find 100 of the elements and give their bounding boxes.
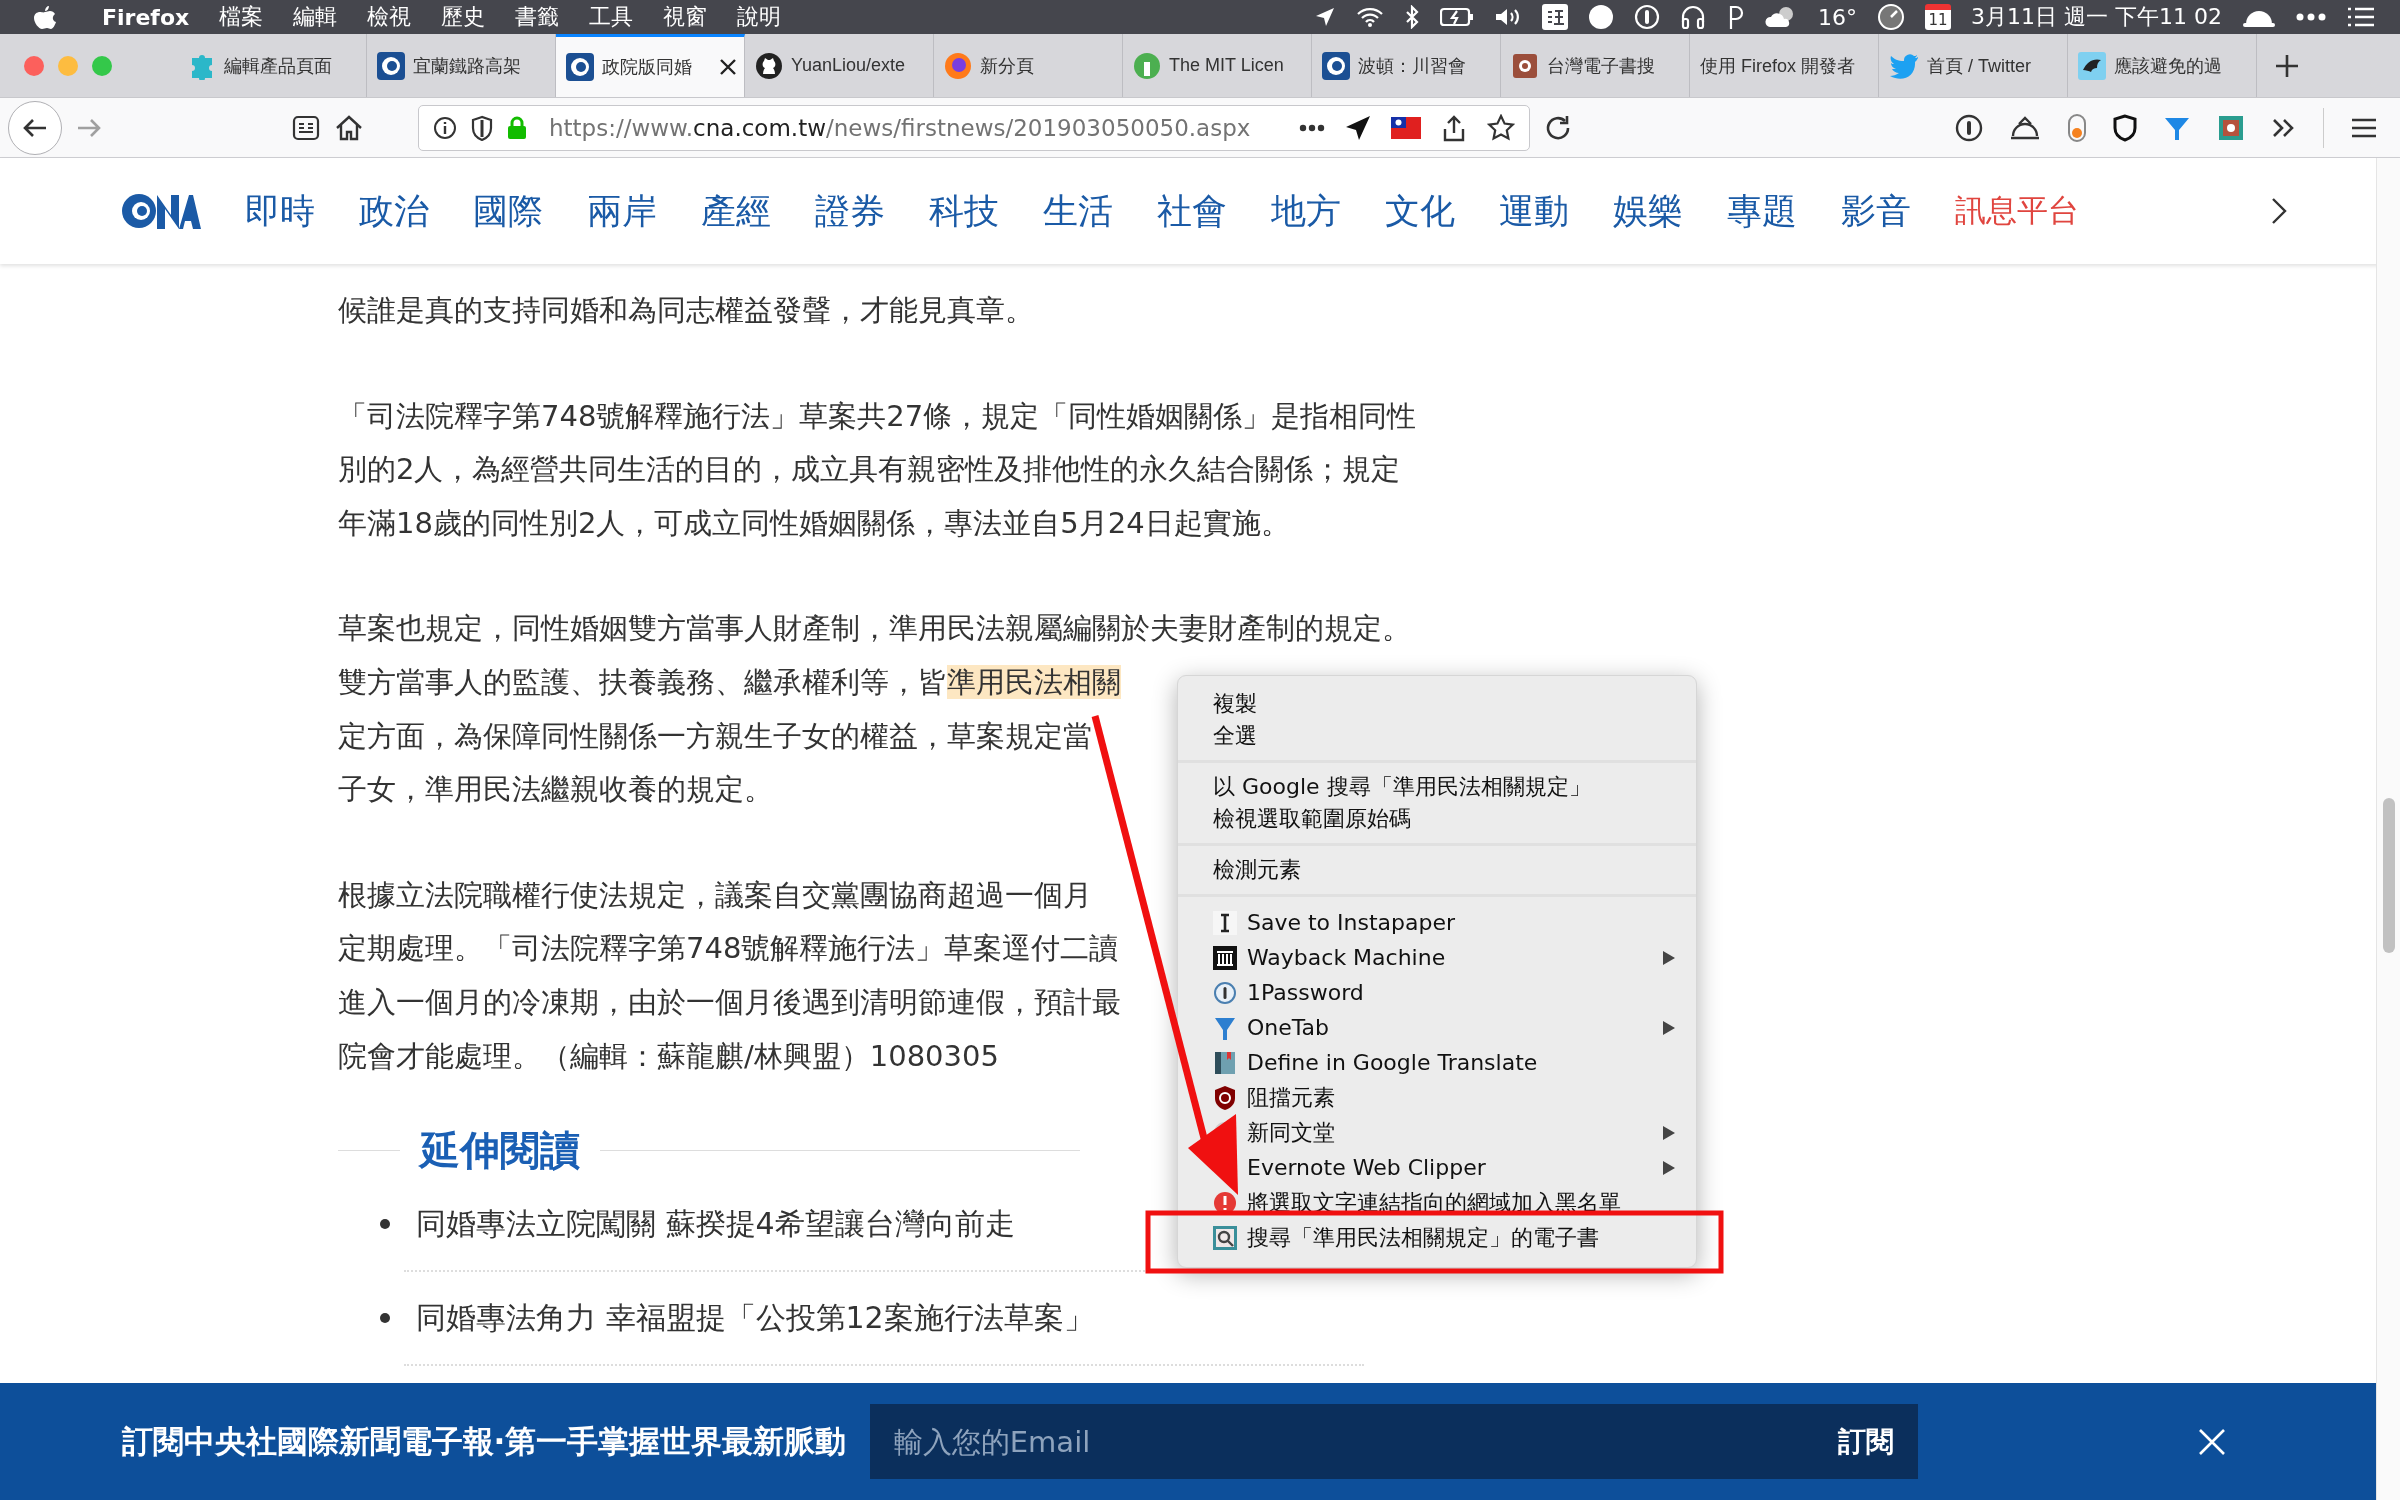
password-icon[interactable]: [1955, 113, 1983, 142]
nav-link[interactable]: 產經: [701, 187, 771, 235]
submenu-arrow-icon: [1662, 1159, 1676, 1176]
menu-item[interactable]: OneTab: [1178, 1010, 1696, 1045]
nav-link[interactable]: 訊息平台: [1955, 190, 2079, 232]
url-text[interactable]: https://www.cna.com.tw/news/firstnews/201903050050.aspx: [549, 114, 1251, 141]
email-field[interactable]: 輸入您的Email 訂閱: [869, 1404, 1918, 1479]
paper-plane-icon[interactable]: [1345, 114, 1371, 141]
menu-icon[interactable]: [2350, 116, 2378, 139]
menu-item[interactable]: 1Password: [1178, 975, 1696, 1010]
menu-item[interactable]: 阻擋元素: [1178, 1080, 1696, 1115]
headphones-icon[interactable]: [1680, 4, 1707, 30]
browser-tab[interactable]: 政院版同婚: [556, 34, 745, 97]
circle-app-icon[interactable]: [1588, 4, 1615, 30]
nav-link[interactable]: 兩岸: [587, 187, 657, 235]
nav-link[interactable]: 文化: [1385, 187, 1455, 235]
nav-link[interactable]: 國際: [473, 187, 543, 235]
subscribe-button[interactable]: 訂閱: [1837, 1422, 1894, 1461]
nav-link[interactable]: 專題: [1727, 187, 1797, 235]
menu-item[interactable]: 歷史: [441, 2, 486, 32]
scrollbar-thumb[interactable]: [2383, 798, 2395, 953]
related-link[interactable]: 同婚專法立院闖關 蘇揆提4希望讓台灣向前走: [416, 1203, 1015, 1245]
nav-link[interactable]: 地方: [1271, 187, 1341, 235]
menu-item[interactable]: 檢視: [367, 2, 412, 32]
back-arrow-icon: [22, 116, 48, 139]
flag-icon[interactable]: [1391, 116, 1421, 139]
menu-item[interactable]: 搜尋「準用民法相關規定」的電子書: [1178, 1220, 1696, 1255]
list-icon[interactable]: [2346, 6, 2376, 28]
menu-item[interactable]: 書籤: [515, 2, 560, 32]
location-arrow-icon[interactable]: [1314, 6, 1337, 28]
related-link[interactable]: 同婚專法角力 幸福盟提「公投第12案施行法草案」: [416, 1297, 1094, 1339]
address-bar[interactable]: https://www.cna.com.tw/news/firstnews/201903050050.aspx: [418, 104, 1530, 151]
nav-link[interactable]: 科技: [929, 187, 999, 235]
info-icon: [433, 115, 457, 140]
plus-icon[interactable]: [2274, 52, 2300, 79]
menu-item[interactable]: 說明: [737, 2, 782, 32]
menu-item[interactable]: 編輯: [293, 2, 338, 32]
nav-link[interactable]: 證券: [815, 187, 885, 235]
chevron-right-icon[interactable]: [2270, 196, 2288, 226]
shield-badge-icon: [1213, 1084, 1237, 1111]
gauge-icon[interactable]: [1877, 3, 1906, 31]
menu-item[interactable]: 檔案: [219, 2, 264, 32]
nav-link[interactable]: 運動: [1499, 187, 1569, 235]
menu-item[interactable]: 檢視選取範圍原始碼: [1178, 803, 1696, 835]
keyhole-circle-icon: [1213, 980, 1237, 1005]
wifi-icon[interactable]: [1356, 6, 1385, 28]
back-button[interactable]: [8, 100, 62, 155]
cna-logo-icon[interactable]: [121, 191, 201, 231]
menu-item[interactable]: Save to Instapaper: [1178, 905, 1696, 940]
more-dots-icon[interactable]: [1299, 123, 1325, 132]
share-icon[interactable]: [1441, 113, 1467, 142]
menu-item[interactable]: 檢測元素: [1178, 854, 1696, 886]
book-icon: [1213, 1049, 1237, 1076]
star-icon[interactable]: [1487, 113, 1515, 142]
menu-item[interactable]: 複製: [1178, 688, 1696, 720]
submenu-arrow-icon: [1662, 1124, 1676, 1141]
reader-view-icon[interactable]: [292, 114, 320, 141]
menu-item[interactable]: Wayback Machine: [1178, 940, 1696, 975]
book-magnifier-icon: [1511, 51, 1539, 80]
close-icon[interactable]: [718, 57, 738, 77]
bluetooth-icon[interactable]: [1404, 5, 1421, 29]
menu-item[interactable]: 視窗: [663, 2, 708, 32]
menu-item[interactable]: 全選: [1178, 720, 1696, 752]
nav-link[interactable]: 即時: [245, 187, 315, 235]
scrollbar[interactable]: [2376, 158, 2400, 1500]
article-text: 候誰是真的支持同婚和為同志權益發聲，才能見真章。: [338, 292, 1034, 329]
battery-icon[interactable]: [1440, 7, 1475, 27]
toggle-icon[interactable]: [2067, 112, 2087, 143]
article-text: 院會才能處理。（編輯：蘇龍麒/林興盟）1080305: [338, 1037, 999, 1075]
nav-link[interactable]: 政治: [359, 187, 429, 235]
submenu-arrow-icon: [1662, 949, 1676, 966]
menu-item[interactable]: 工具: [589, 2, 634, 32]
menu-item[interactable]: 以 Google 搜尋「準用民法相關規定」: [1178, 771, 1696, 803]
bullet-icon: [380, 1313, 390, 1324]
nav-link[interactable]: 生活: [1043, 187, 1113, 235]
submenu-arrow-icon: [1662, 1019, 1676, 1036]
clock-text[interactable]: 3月11日 週一 下午11 02: [1971, 2, 2222, 32]
article-text: 定方面，為保障同性關係一方親生子女的權益，草案規定當: [338, 717, 1092, 755]
serif-i-icon: [1213, 910, 1237, 935]
bullet-icon: [380, 1219, 390, 1230]
article-text: 進入一個月的冷凍期，由於一個月後遇到清明節連假，預計最: [338, 983, 1121, 1021]
shield-outline-icon[interactable]: [2113, 113, 2137, 142]
banner-text: 訂閱中央社國際新聞電子報‧第一手掌握世界最新脈動: [122, 1421, 846, 1461]
bird-icon: [1889, 52, 1919, 79]
cat-silhouette-icon: [755, 51, 783, 80]
password-app-icon[interactable]: [1634, 4, 1661, 30]
book-magnifier-icon[interactable]: [2217, 113, 2245, 142]
input-method-icon[interactable]: [1542, 4, 1569, 30]
nav-link[interactable]: 社會: [1157, 187, 1227, 235]
apple-logo-icon[interactable]: [34, 4, 56, 30]
nav-link[interactable]: 娛樂: [1613, 187, 1683, 235]
reload-icon[interactable]: [1544, 113, 1572, 142]
app-menu[interactable]: Firefox: [102, 4, 190, 30]
section-heading: 延伸閱讀: [417, 1126, 581, 1176]
menu-item[interactable]: Define in Google Translate: [1178, 1045, 1696, 1080]
calendar-icon[interactable]: 11: [1925, 4, 1952, 30]
home-icon[interactable]: [334, 113, 364, 142]
lock-icon: [507, 115, 527, 140]
nav-link[interactable]: 影音: [1841, 187, 1911, 235]
more-dots-icon[interactable]: [2296, 13, 2326, 21]
